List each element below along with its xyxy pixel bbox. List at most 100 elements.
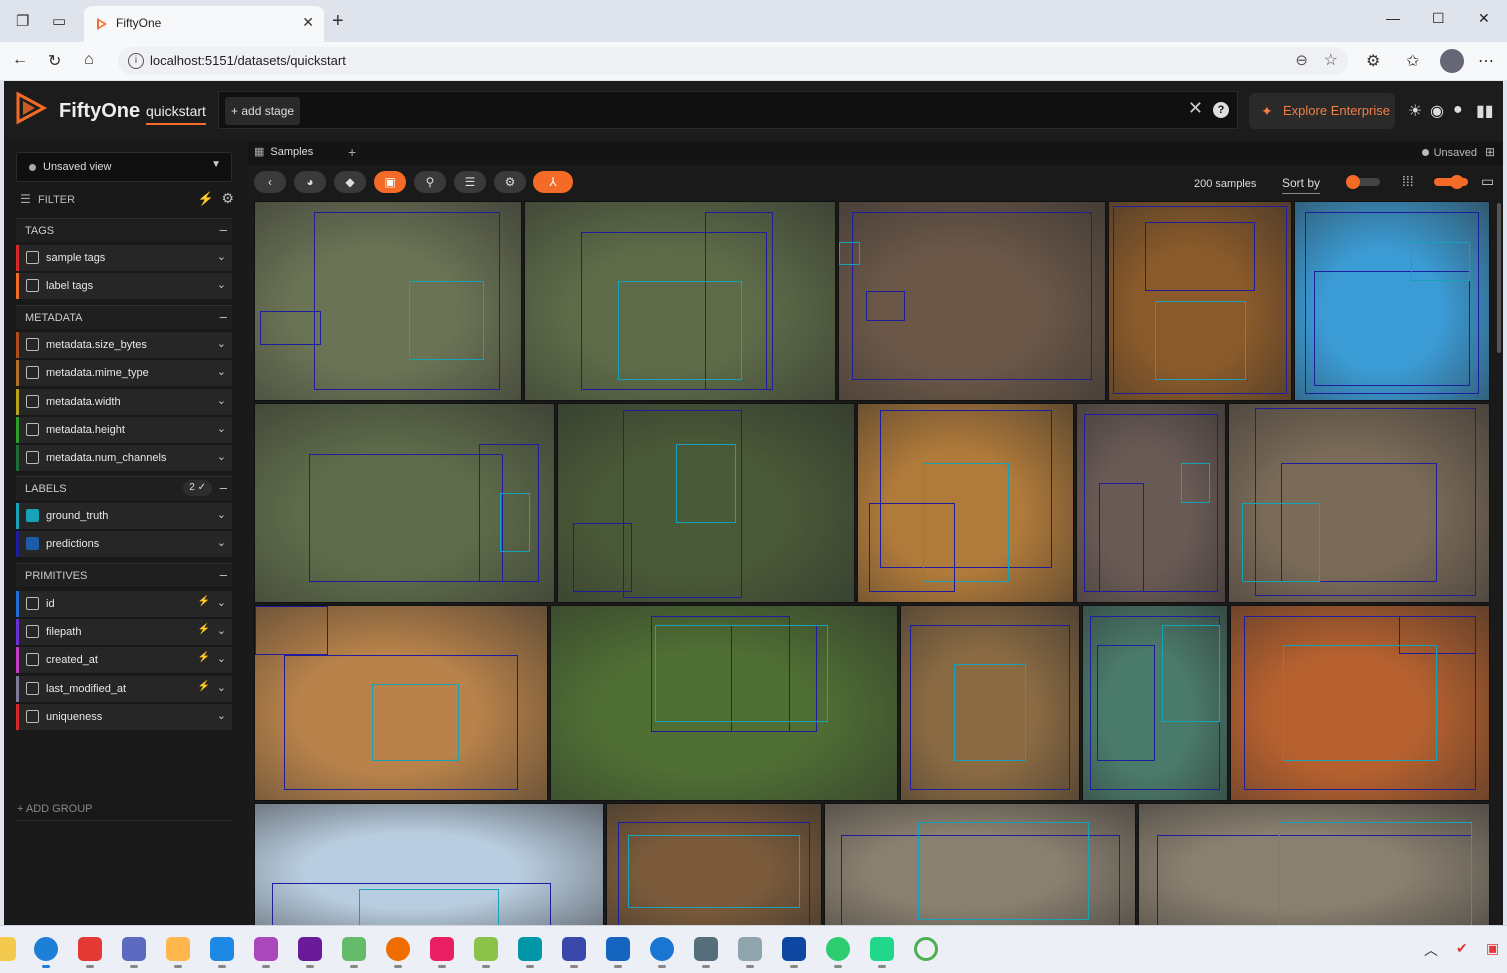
app-icon[interactable]	[122, 937, 146, 968]
sample-tile[interactable]	[1228, 403, 1490, 603]
dataset-name[interactable]: quickstart	[146, 103, 206, 125]
chevron-down-icon[interactable]: ⌄	[217, 681, 226, 694]
sample-tile[interactable]	[857, 403, 1074, 603]
tab-samples[interactable]: ▦ Samples	[254, 145, 313, 158]
group-primitives[interactable]: PRIMITIVES –	[16, 563, 232, 587]
sample-tile[interactable]	[1230, 605, 1490, 801]
settings-icon[interactable]: ⚙	[494, 171, 526, 193]
add-group-button[interactable]: + ADD GROUP	[17, 803, 93, 815]
back-icon[interactable]: ←	[12, 51, 28, 69]
field-predictions[interactable]: predictions ⌄	[16, 531, 232, 557]
sample-tile[interactable]	[606, 803, 822, 927]
field-height[interactable]: metadata.height ⌄	[16, 417, 232, 443]
chevron-down-icon[interactable]: ⌄	[217, 278, 226, 291]
similarity-icon[interactable]: ⅄	[533, 171, 573, 193]
favorites-icon[interactable]: ✩	[1406, 51, 1419, 71]
field-checkbox[interactable]	[26, 625, 39, 638]
app-icon[interactable]	[474, 937, 498, 968]
maps-icon[interactable]	[650, 937, 674, 968]
brand-name[interactable]: FiftyOne	[59, 100, 140, 123]
expand-icon[interactable]: ▭	[1481, 173, 1494, 190]
view-stage-bar[interactable]: + add stage ✕ ?	[218, 91, 1238, 129]
grid-size-icon[interactable]: ⁞⁞⁞	[1402, 173, 1414, 189]
sample-tile[interactable]	[550, 605, 898, 801]
url-field[interactable]: i localhost:5151/datasets/quickstart ⊖ ☆	[118, 47, 1348, 75]
sort-order-toggle[interactable]	[1346, 175, 1380, 189]
collapse-icon[interactable]: –	[220, 480, 227, 495]
app-icon[interactable]	[430, 937, 454, 968]
workspaces-icon[interactable]: ❐	[16, 12, 29, 30]
tray-app-icon[interactable]: ▣	[1486, 940, 1499, 957]
sample-tile[interactable]	[254, 803, 604, 927]
browser-tab[interactable]: FiftyOne ✕	[84, 6, 324, 42]
field-checkbox[interactable]	[26, 682, 39, 695]
view-selector[interactable]: Unsaved view ▼	[16, 152, 232, 182]
field-checkbox[interactable]	[26, 710, 39, 723]
app-icon[interactable]	[254, 937, 278, 968]
collapse-icon[interactable]: –	[220, 309, 227, 324]
field-checkbox[interactable]	[26, 279, 39, 292]
collapse-icon[interactable]: –	[220, 567, 227, 582]
group-tags[interactable]: TAGS –	[16, 218, 232, 242]
terminal-icon[interactable]	[782, 937, 806, 968]
field-uniqueness[interactable]: uniqueness ⌄	[16, 704, 232, 730]
field-num-channels[interactable]: metadata.num_channels ⌄	[16, 445, 232, 471]
sample-tile[interactable]	[254, 403, 555, 603]
add-stage-button[interactable]: + add stage	[225, 97, 301, 125]
app-icon[interactable]	[518, 937, 542, 968]
chevron-down-icon[interactable]: ⌄	[217, 709, 226, 722]
grid-scrollbar[interactable]	[1497, 203, 1501, 353]
chevron-down-icon[interactable]: ⌄	[217, 337, 226, 350]
collapse-icon[interactable]: –	[220, 222, 227, 237]
app-icon[interactable]	[166, 937, 190, 968]
chevron-down-icon[interactable]: ⌄	[217, 394, 226, 407]
tray-app-icon[interactable]: ✔	[1456, 940, 1468, 957]
layout-icon[interactable]: ⊞	[1485, 145, 1495, 159]
zoom-icon[interactable]: ⊖	[1295, 51, 1308, 69]
app-icon[interactable]	[694, 937, 718, 968]
close-window-button[interactable]: ✕	[1478, 10, 1490, 27]
more-menu-icon[interactable]: ⋯	[1478, 51, 1494, 71]
sample-tile[interactable]	[824, 803, 1136, 927]
file-explorer-icon[interactable]	[0, 937, 16, 961]
chevron-down-icon[interactable]: ⌄	[217, 596, 226, 609]
field-checkbox[interactable]	[26, 338, 39, 351]
back-chevron-icon[interactable]: ‹	[254, 171, 286, 193]
sample-tile[interactable]	[1138, 803, 1490, 927]
clear-stages-icon[interactable]: ✕	[1188, 98, 1203, 119]
app-icon[interactable]	[210, 937, 234, 968]
app-icon[interactable]	[738, 937, 762, 968]
visual-studio-icon[interactable]	[298, 937, 322, 968]
reload-icon[interactable]: ↻	[48, 51, 61, 71]
chevron-down-icon[interactable]: ⌄	[217, 624, 226, 637]
field-label-tags[interactable]: label tags ⌄	[16, 273, 232, 299]
sample-tile[interactable]	[254, 605, 548, 801]
tray-chevron-icon[interactable]: ︿	[1424, 940, 1438, 960]
chevron-down-icon[interactable]: ⌄	[217, 652, 226, 665]
group-metadata[interactable]: METADATA –	[16, 305, 232, 329]
field-checkbox[interactable]	[26, 395, 39, 408]
url-text[interactable]: localhost:5151/datasets/quickstart	[150, 53, 346, 68]
explore-enterprise-button[interactable]: ✦ Explore Enterprise	[1249, 93, 1395, 129]
extensions-icon[interactable]: ⚙	[1366, 51, 1380, 71]
field-created-at[interactable]: created_at ⚡ ⌄	[16, 647, 232, 673]
help-icon[interactable]: ?	[1213, 102, 1229, 118]
sample-tile[interactable]	[254, 201, 522, 401]
field-checkbox[interactable]	[26, 597, 39, 610]
sample-tile[interactable]	[1076, 403, 1226, 603]
tag-icon[interactable]: ◆	[334, 171, 366, 193]
group-labels[interactable]: LABELS 2 ✓ –	[16, 476, 232, 500]
search-icon[interactable]: ⚲	[414, 171, 446, 193]
field-checkbox[interactable]	[26, 423, 39, 436]
field-filepath[interactable]: filepath ⚡ ⌄	[16, 619, 232, 645]
grid-zoom-slider[interactable]	[1434, 175, 1468, 189]
home-icon[interactable]: ⌂	[84, 51, 94, 69]
minimize-button[interactable]: —	[1386, 10, 1400, 26]
list-icon[interactable]: ☰	[454, 171, 486, 193]
pycharm-icon[interactable]	[870, 937, 894, 968]
field-size-bytes[interactable]: metadata.size_bytes ⌄	[16, 332, 232, 358]
chevron-down-icon[interactable]: ⌄	[217, 508, 226, 521]
labels-count-badge[interactable]: 2 ✓	[183, 480, 212, 496]
field-ground-truth[interactable]: ground_truth ⌄	[16, 503, 232, 529]
settings-icon[interactable]: ⚙	[221, 190, 234, 207]
